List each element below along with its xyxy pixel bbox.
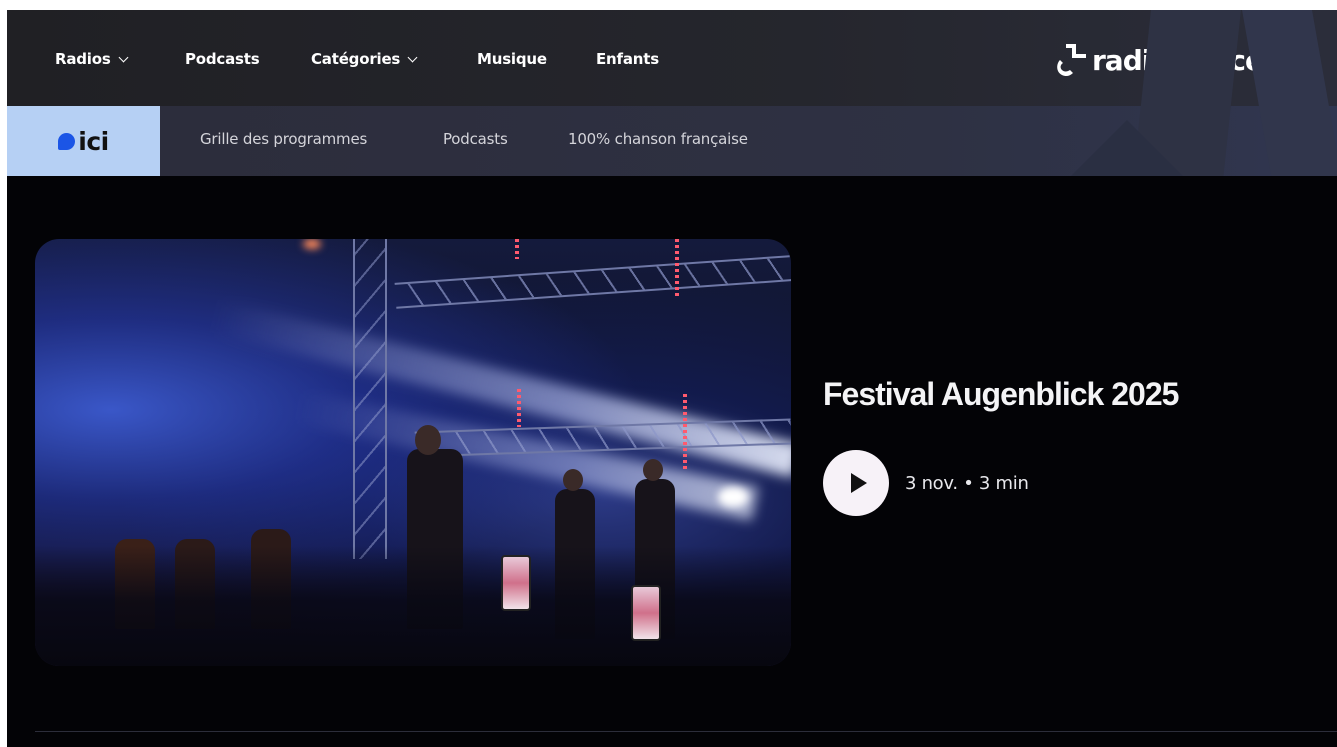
nav-item-categories[interactable]: Catégories xyxy=(311,48,418,70)
nav-item-enfants[interactable]: Enfants xyxy=(596,48,659,70)
subnav-item-podcasts[interactable]: Podcasts xyxy=(443,130,508,148)
nav-item-radios[interactable]: Radios xyxy=(55,48,129,70)
episode-meta: 3 nov. • 3 min xyxy=(905,473,1029,494)
radiofrance-logo[interactable]: radiofrance xyxy=(1054,40,1264,80)
ici-logo[interactable]: ici xyxy=(7,106,160,176)
nav-item-musique[interactable]: Musique xyxy=(477,48,547,70)
chevron-down-icon xyxy=(407,52,418,62)
radiofrance-logo-icon xyxy=(1057,44,1086,77)
subnav-item-chanson-francaise[interactable]: 100% chanson française xyxy=(568,130,748,148)
ici-dot-icon xyxy=(58,132,76,150)
main-navigation: Radios Podcasts Catégories Musique Enfan… xyxy=(7,10,1337,106)
divider xyxy=(35,731,1337,732)
page: Radios Podcasts Catégories Musique Enfan… xyxy=(7,10,1337,747)
nav-item-label: Musique xyxy=(477,50,547,68)
nav-item-label: Enfants xyxy=(596,50,659,68)
episode-image[interactable] xyxy=(35,239,791,666)
nav-item-label: Podcasts xyxy=(185,50,260,68)
play-icon xyxy=(850,473,867,493)
logo-text: radiofrance xyxy=(1092,43,1264,77)
ici-logo-text: ici xyxy=(78,126,109,156)
episode-title[interactable]: Festival Augenblick 2025 xyxy=(823,376,1179,413)
nav-item-podcasts[interactable]: Podcasts xyxy=(185,48,260,70)
nav-item-label: Catégories xyxy=(311,50,401,68)
play-button[interactable] xyxy=(823,450,889,516)
station-navigation: ici Grille des programmes Podcasts 100% … xyxy=(7,106,1337,176)
nav-item-label: Radios xyxy=(55,50,111,68)
subnav-item-grille[interactable]: Grille des programmes xyxy=(200,130,367,148)
chevron-down-icon xyxy=(118,52,129,62)
